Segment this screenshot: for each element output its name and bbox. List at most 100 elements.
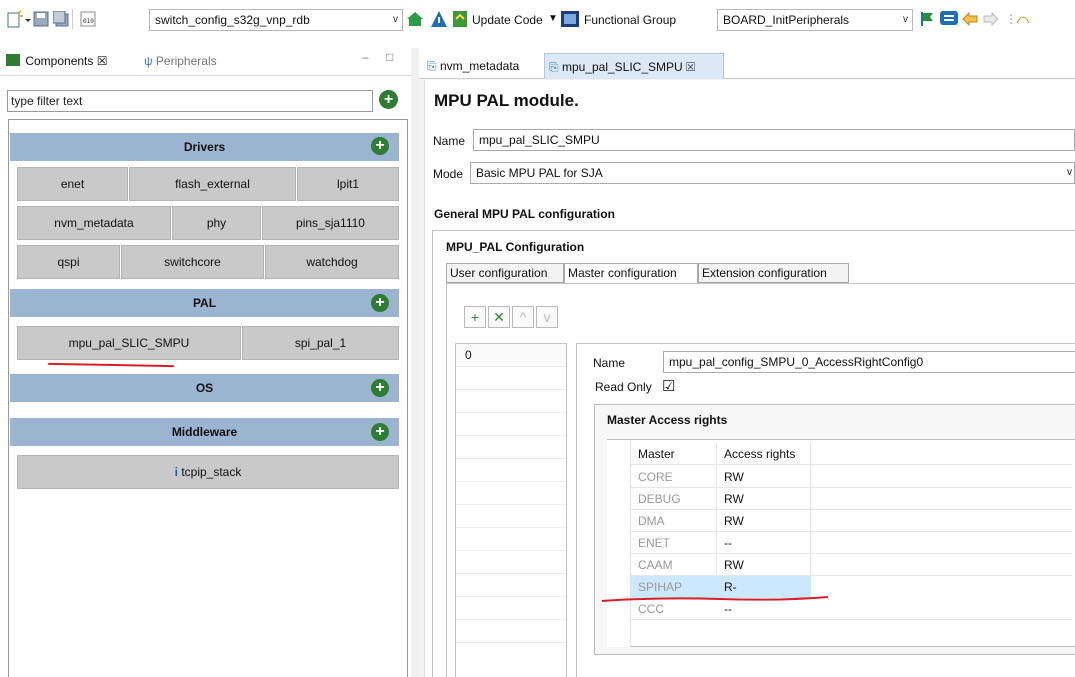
tab-user-configuration[interactable]: User configuration [446,263,564,283]
component-lpit1[interactable]: lpit1 [297,167,399,201]
remove-item-button[interactable]: ✕ [488,306,510,328]
remove-icon: ✕ [493,309,505,325]
component-pins-sja1110[interactable]: pins_sja1110 [262,206,399,240]
master-cell: CORE [638,470,673,484]
plus-icon: + [470,309,480,325]
component-qspi[interactable]: qspi [17,245,120,279]
name-field-value: mpu_pal_SLIC_SMPU [479,133,600,147]
component-watchdog[interactable]: watchdog [265,245,399,279]
component-label: spi_pal_1 [294,336,347,350]
table-row[interactable]: DEBUG RW [630,488,1072,510]
access-rights-cell[interactable]: RW [724,470,744,484]
access-rights-cell[interactable]: RW [724,492,744,506]
plus-icon: + [371,379,389,397]
tab-master-configuration[interactable]: Master configuration [564,263,698,283]
binary-icon[interactable]: 010 [80,11,96,30]
category-drivers-label: Drivers [183,140,226,154]
main-toolbar: 010 switch_config_s32g_vnp_rdb v Update … [0,0,1075,42]
tab-peripherals[interactable]: ψ Peripherals [138,48,223,74]
component-spi-pal-1[interactable]: spi_pal_1 [242,326,399,360]
add-os-button[interactable]: + [371,379,389,397]
component-label: lpit1 [336,177,359,191]
tab-nvm-metadata[interactable]: ⎘ nvm_metadata [423,53,543,79]
component-tcpip-stack[interactable]: i tcpip_stack [17,455,399,489]
annotation-underline [601,596,829,602]
update-code-button[interactable]: Update Code [472,13,543,27]
add-driver-button[interactable]: + [371,137,389,155]
more-toolbar-icon[interactable]: ⋮ [1005,11,1065,30]
peripherals-icon: ψ [144,54,153,68]
component-nvm-metadata[interactable]: nvm_metadata [17,206,171,240]
table-row[interactable]: CORE RW [630,466,1072,488]
name-field[interactable]: mpu_pal_SLIC_SMPU [473,129,1075,151]
column-header-access-rights: Access rights [724,447,796,461]
mode-select[interactable]: Basic MPU PAL for SJA v [470,162,1075,184]
add-middleware-button[interactable]: + [371,423,389,441]
functional-group-value: BOARD_InitPeripherals [723,13,850,27]
master-cell: DMA [638,514,665,528]
access-rights-cell[interactable]: RW [724,514,744,528]
table-row[interactable]: ENET -- [630,532,1072,554]
component-mpu-pal-slic-smpu[interactable]: mpu_pal_SLIC_SMPU [17,326,241,360]
detail-name-field[interactable]: mpu_pal_config_SMPU_0_AccessRightConfig0 [663,351,1075,373]
access-rights-cell[interactable]: -- [724,536,732,550]
move-up-button[interactable]: ^ [512,306,534,328]
category-drivers[interactable]: Drivers [10,133,399,161]
component-phy[interactable]: phy [172,206,261,240]
component-label: mpu_pal_SLIC_SMPU [68,336,190,350]
minimize-icon[interactable]: ‒ [362,50,369,64]
add-pal-button[interactable]: + [371,294,389,312]
mode-select-value: Basic MPU PAL for SJA [476,166,603,180]
functional-group-label: Functional Group [584,13,677,27]
tab-mpu-pal[interactable]: ⎘ mpu_pal_SLIC_SMPU ☒ [544,53,724,79]
access-rights-cell[interactable]: RW [724,558,744,572]
chevron-down-icon[interactable]: ▼ [548,13,558,24]
component-enet[interactable]: enet [17,167,128,201]
functional-group-combo[interactable]: BOARD_InitPeripherals v [717,9,913,31]
general-section-heading: General MPU PAL configuration [434,207,615,221]
item-list: 0 [455,343,567,677]
warning-icon[interactable] [430,10,448,31]
tab-extension-configuration[interactable]: Extension configuration [698,263,849,283]
tab-nvm-metadata-label: nvm_metadata [439,59,520,73]
svg-text:⋮: ⋮ [1005,12,1017,26]
list-item[interactable]: 0 [456,344,566,367]
back-icon[interactable] [961,11,979,30]
detail-name-label: Name [593,356,626,370]
save-all-icon[interactable] [52,10,69,30]
view-splitter[interactable] [411,48,419,677]
update-code-icon[interactable] [453,11,467,30]
category-middleware[interactable]: Middleware [10,418,399,446]
flag-icon[interactable] [919,11,935,30]
master-cell: CAAM [638,558,673,572]
component-flash-external[interactable]: flash_external [129,167,296,201]
add-filter-button[interactable]: + [379,90,398,109]
table-row[interactable]: DMA RW [630,510,1072,532]
chevron-down-icon: v [903,14,908,25]
access-rights-cell[interactable]: R- [724,580,737,594]
plus-icon: + [371,423,389,441]
category-pal-label: PAL [192,296,217,310]
name-label: Name [433,134,466,148]
read-only-checkbox[interactable]: ☑ [662,377,675,395]
home-icon[interactable] [405,10,425,31]
table-header: Master Access rights [630,443,1072,465]
move-down-button[interactable]: v [536,306,558,328]
filter-input[interactable]: type filter text [7,90,373,112]
column-header-master: Master [638,447,675,461]
config-combo[interactable]: switch_config_s32g_vnp_rdb v [149,9,403,31]
add-item-button[interactable]: + [464,306,486,328]
component-label: phy [206,216,227,230]
component-switchcore[interactable]: switchcore [121,245,264,279]
component-label: watchdog [306,255,358,269]
tab-components[interactable]: Components ☒ [0,48,113,74]
new-file-icon[interactable] [6,10,32,33]
table-row[interactable]: CAAM RW [630,554,1072,576]
component-label: flash_external [175,177,250,191]
category-pal[interactable]: PAL [10,289,399,317]
maximize-icon[interactable]: □ [386,50,393,64]
forward-icon[interactable] [982,11,1000,30]
save-icon[interactable] [33,11,49,30]
category-os[interactable]: OS [10,374,399,402]
list-icon[interactable] [940,11,958,30]
